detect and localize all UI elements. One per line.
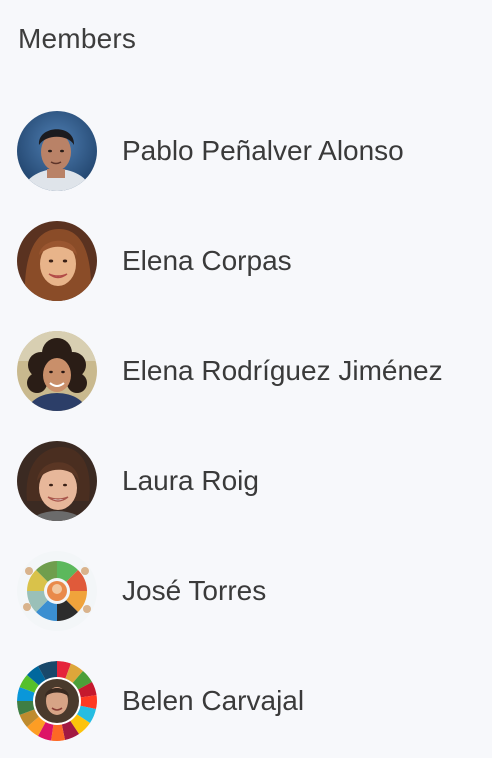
member-item[interactable]: Belen Carvajal (0, 646, 492, 756)
members-panel: Members Pablo Peñalver Alonso Elena Corp… (0, 0, 492, 758)
members-heading: Members (18, 23, 137, 54)
avatar-sdg-ring-woman (17, 661, 97, 741)
member-name[interactable]: Pablo Peñalver Alonso (122, 134, 404, 168)
avatar-illustration-circle (17, 551, 97, 631)
avatar-photo-woman-curly (17, 331, 97, 411)
members-list: Pablo Peñalver Alonso Elena Corpas Elena… (0, 96, 492, 756)
member-item[interactable]: Elena Corpas (0, 206, 492, 316)
avatar-photo-man (17, 111, 97, 191)
member-name[interactable]: José Torres (122, 574, 266, 608)
avatar[interactable] (17, 221, 97, 301)
member-item[interactable]: Laura Roig (0, 426, 492, 536)
member-item[interactable]: Elena Rodríguez Jiménez (0, 316, 492, 426)
avatar-photo-woman (17, 221, 97, 301)
avatar[interactable] (17, 551, 97, 631)
member-item[interactable]: Pablo Peñalver Alonso (0, 96, 492, 206)
member-item[interactable]: José Torres (0, 536, 492, 646)
avatar[interactable] (17, 331, 97, 411)
member-name[interactable]: Elena Rodríguez Jiménez (122, 354, 443, 388)
member-name[interactable]: Laura Roig (122, 464, 259, 498)
member-name[interactable]: Belen Carvajal (122, 684, 304, 718)
avatar-photo-woman-short-hair (17, 441, 97, 521)
member-name[interactable]: Elena Corpas (122, 244, 292, 278)
avatar[interactable] (17, 441, 97, 521)
avatar[interactable] (17, 111, 97, 191)
avatar[interactable] (17, 661, 97, 741)
